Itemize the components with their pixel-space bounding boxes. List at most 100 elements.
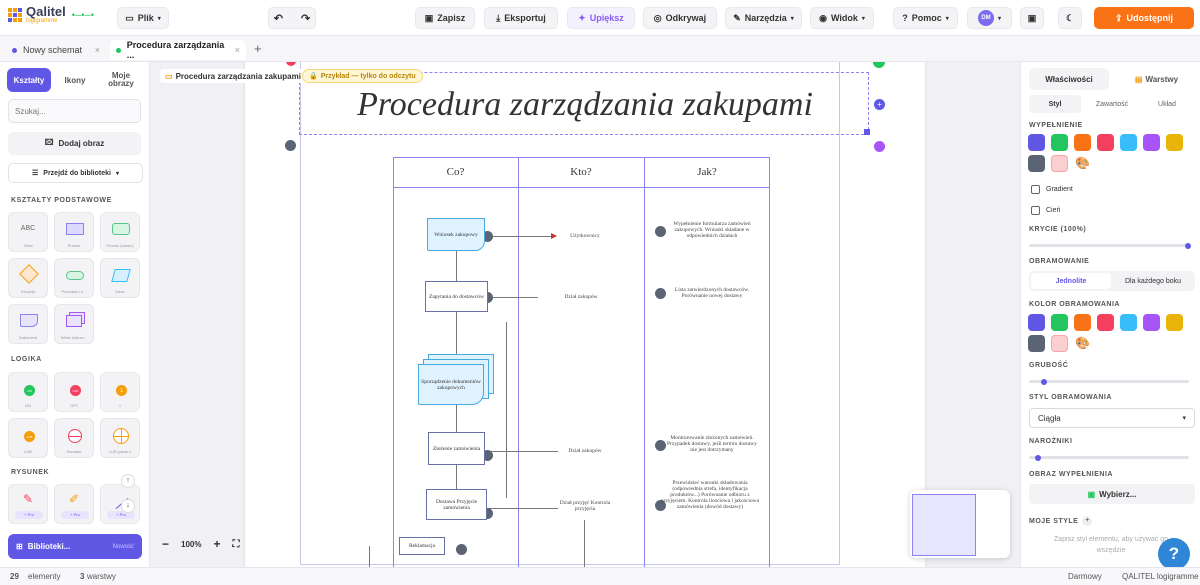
plan-label[interactable]: Darmowy — [1068, 572, 1102, 581]
scroll-down-button[interactable]: ↓ — [121, 499, 135, 513]
color-swatch[interactable] — [1097, 134, 1114, 151]
how-request[interactable]: Wypełnienie formularza zamówień zakupowy… — [667, 221, 757, 239]
search-input[interactable] — [8, 99, 141, 123]
choose-image-button[interactable]: ▣ Wybierz... — [1029, 484, 1195, 504]
border-per-side-option[interactable]: Dla każdego boku — [1113, 273, 1193, 289]
how-suppliers[interactable]: Lista zatwierdzonych dostawców. Porównan… — [667, 287, 757, 299]
connector-dot[interactable] — [655, 226, 666, 237]
gradient-checkbox[interactable]: Gradient — [1031, 185, 1073, 194]
account-menu[interactable]: DM ▾ — [967, 7, 1012, 29]
resize-handle[interactable] — [864, 129, 870, 135]
color-picker-icon[interactable]: 🎨 — [1074, 155, 1091, 172]
who-purchasing[interactable]: Dział zakupów — [542, 294, 620, 300]
connector-dot[interactable] — [655, 288, 666, 299]
shape-data[interactable]: Dane — [100, 258, 140, 298]
close-icon[interactable]: × — [235, 45, 240, 55]
save-button[interactable]: ▣ Zapisz — [415, 7, 475, 29]
app-logo[interactable]: Qalitel logigramme •─•─• — [8, 5, 94, 24]
box-order-placement[interactable]: Złożenie zamówienia — [428, 432, 485, 465]
how-delivery[interactable]: Przewidzieć warunki składowania (odpowie… — [660, 480, 760, 510]
slider-knob[interactable] — [1185, 243, 1191, 249]
border-style-select[interactable]: Ciągła ▾ — [1029, 408, 1195, 428]
minimap[interactable] — [910, 490, 1010, 558]
shape-process[interactable]: Proces — [54, 212, 94, 252]
tab-my-images[interactable]: Moje obrazy — [99, 68, 143, 92]
new-tab-button[interactable]: + — [254, 41, 262, 56]
shape-logic-off[interactable]: OFF OFF — [54, 372, 94, 412]
color-swatch[interactable] — [1028, 134, 1045, 151]
fit-screen-icon[interactable]: ⛶ — [233, 539, 240, 550]
tools-menu-button[interactable]: ✎ Narzędzia ▾ — [725, 7, 802, 29]
color-swatch[interactable] — [1074, 134, 1091, 151]
help-menu-button[interactable]: ? Pomoc ▾ — [893, 7, 958, 29]
view-menu-button[interactable]: ◉ Widok ▾ — [810, 7, 874, 29]
dark-mode-toggle[interactable]: ☾ — [1058, 7, 1082, 29]
handle-green-icon[interactable] — [873, 62, 885, 68]
shape-logic-on[interactable]: ON ON — [8, 372, 48, 412]
how-orders[interactable]: Monitorowanie złożonych zamówień. Przypa… — [667, 435, 757, 453]
redo-icon[interactable]: ↷ — [301, 12, 310, 25]
color-picker-icon[interactable]: 🎨 — [1074, 335, 1091, 352]
shape-summing-junction[interactable]: Sumator — [54, 418, 94, 458]
who-users[interactable]: Użytkownicy — [552, 233, 618, 239]
tab-layers[interactable]: ▤ Warstwy — [1119, 68, 1194, 90]
color-swatch[interactable] — [1028, 335, 1045, 352]
color-swatch[interactable] — [1120, 314, 1137, 331]
thickness-slider[interactable] — [1029, 379, 1189, 385]
who-reception[interactable]: Dział przyjęć Kontrola przyjęcia — [550, 500, 620, 512]
export-button[interactable]: ⤓ Eksportuj — [484, 7, 558, 29]
tool-pen[interactable]: ✎ + Pro — [8, 484, 48, 524]
delete-handle-icon[interactable] — [286, 62, 296, 66]
help-chat-button[interactable]: ? — [1158, 538, 1190, 570]
color-swatch[interactable] — [1051, 134, 1068, 151]
tab-shapes[interactable]: Kształty — [7, 68, 51, 92]
zoom-in-icon[interactable]: + — [213, 537, 220, 551]
opacity-slider[interactable] — [1029, 243, 1191, 249]
tab-properties[interactable]: Właściwości — [1029, 68, 1109, 90]
file-menu-button[interactable]: ▭ Plik ▾ — [117, 7, 169, 29]
zoom-level[interactable]: 100% — [181, 540, 201, 549]
subtab-layout[interactable]: Układ — [1141, 95, 1193, 113]
tab-nowy-schemat[interactable]: Nowy schemat × — [6, 40, 106, 60]
share-button[interactable]: ⇪ Udostępnij — [1094, 7, 1194, 29]
box-supplier-queries[interactable]: Zapytania do dostawców — [425, 281, 488, 312]
color-swatch[interactable] — [1028, 314, 1045, 331]
color-swatch[interactable] — [1143, 134, 1160, 151]
color-swatch[interactable] — [1166, 134, 1183, 151]
box-complaint[interactable]: Reklamacja — [399, 537, 445, 555]
handle-purple-icon[interactable] — [874, 141, 885, 152]
shape-rounded-process[interactable]: Proces (zaokr.) — [100, 212, 140, 252]
box-purchase-request[interactable]: Wniosek zakupowy — [427, 218, 485, 251]
add-image-button[interactable]: 🖾 Dodaj obraz — [8, 132, 141, 155]
shape-logic-or[interactable]: LUB LUB — [8, 418, 48, 458]
add-style-icon[interactable]: + — [1082, 516, 1093, 526]
color-swatch[interactable] — [1166, 314, 1183, 331]
slider-knob[interactable] — [1035, 455, 1041, 461]
connector-dot[interactable] — [655, 440, 666, 451]
who-purchasing-2[interactable]: Dział zakupów — [552, 448, 618, 454]
discover-button[interactable]: ◎ Odkrywaj — [643, 7, 717, 29]
color-swatch[interactable] — [1051, 314, 1068, 331]
box-purchase-documents[interactable]: Sporządzenie dokumentów zakupowych — [418, 364, 484, 405]
tool-highlighter[interactable]: ✐ + Pro — [54, 484, 94, 524]
box-delivery-reception[interactable]: Dostawa Przyjęcie zamówienia — [426, 489, 487, 520]
border-uniform-option[interactable]: Jednolite — [1031, 273, 1111, 289]
color-swatch[interactable] — [1051, 335, 1068, 352]
shape-decision[interactable]: Decyzja — [8, 258, 48, 298]
color-swatch[interactable] — [1028, 155, 1045, 172]
slider-knob[interactable] — [1041, 379, 1047, 385]
tab-icons[interactable]: Ikony — [53, 68, 97, 92]
shape-text[interactable]: ABC Tekst — [8, 212, 48, 252]
shape-rounded-or[interactable]: LUB (zaokr.) — [100, 418, 140, 458]
connector-dot[interactable] — [456, 544, 467, 555]
color-swatch[interactable] — [1097, 314, 1114, 331]
corners-slider[interactable] — [1029, 455, 1189, 461]
color-swatch[interactable] — [1051, 155, 1068, 172]
zoom-out-icon[interactable]: − — [162, 537, 169, 551]
libraries-button[interactable]: ⊞ Biblioteki... Nowość — [8, 534, 142, 559]
subtab-content[interactable]: Zawartość — [1085, 95, 1139, 113]
shape-logic-one[interactable]: 11 — [100, 372, 140, 412]
color-swatch[interactable] — [1074, 314, 1091, 331]
minimap-viewport[interactable] — [912, 494, 976, 556]
beautify-button[interactable]: ✦ Upiększ — [567, 7, 635, 29]
